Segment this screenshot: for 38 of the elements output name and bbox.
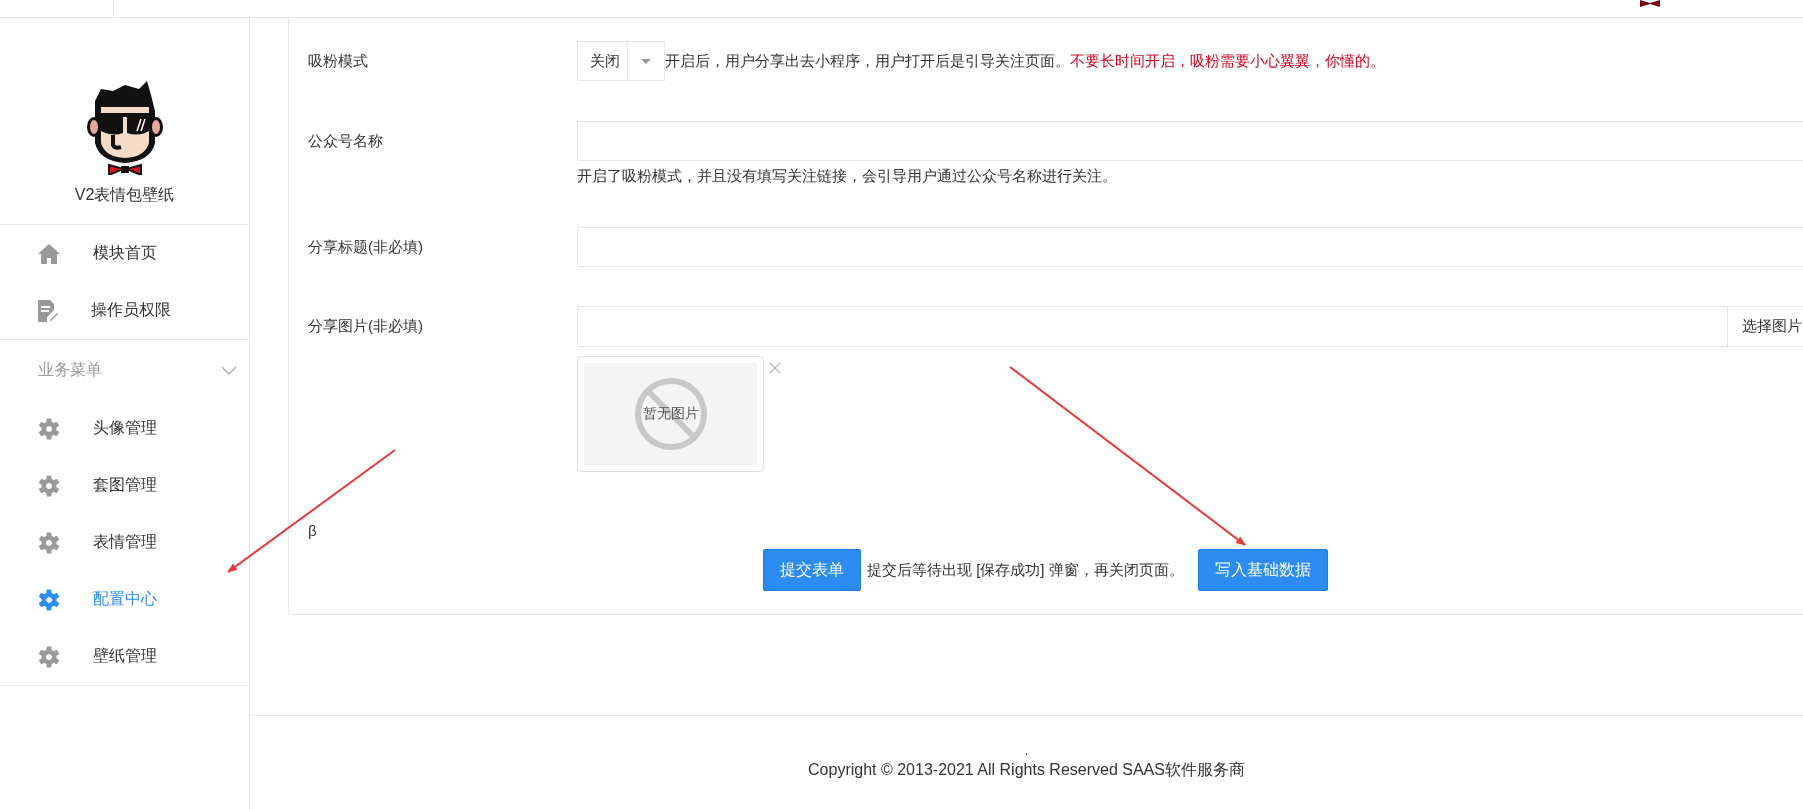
- caret-down-icon: [641, 58, 651, 64]
- hint-text: 开启后，用户分享出去小程序，用户打开后是引导关注页面。: [665, 51, 1070, 71]
- close-icon[interactable]: [769, 362, 781, 374]
- help-text: 开启了吸粉模式，并且没有填写关注链接，会引导用户通过公众号名称进行关注。: [577, 167, 1118, 186]
- gear-icon: [38, 474, 60, 497]
- image-url-input[interactable]: 选择图片: [577, 306, 1803, 347]
- document-edit-icon: [38, 299, 58, 322]
- warning-text: 不要长时间开启，吸粉需要小心翼翼，你懂的。: [1070, 51, 1385, 71]
- prohibited-icon: [633, 377, 708, 451]
- section-title: 业务菜单: [38, 359, 102, 380]
- field-label: 分享标题(非必填): [308, 237, 424, 257]
- sidebar-item[interactable]: 表情管理: [0, 514, 249, 571]
- field-label: 分享图片(非必填): [308, 316, 424, 336]
- gear-icon: [38, 588, 60, 611]
- gear-icon: [38, 645, 60, 668]
- sidebar-item[interactable]: 套图管理: [0, 457, 249, 514]
- chevron-down-icon: [221, 365, 237, 375]
- stray-text: β: [308, 522, 318, 539]
- field-label: 公众号名称: [308, 131, 384, 151]
- bowtie-icon: [1640, 0, 1660, 7]
- gear-icon: [38, 531, 60, 554]
- gear-icon: [38, 417, 60, 440]
- text-input[interactable]: [577, 121, 1803, 161]
- app-name: V2表情包壁纸: [74, 185, 175, 205]
- sidebar-item[interactable]: 配置中心: [0, 571, 249, 628]
- sidebar-item[interactable]: 操作员权限: [0, 282, 249, 339]
- choose-image-button[interactable]: 选择图片: [1727, 307, 1803, 346]
- text-input[interactable]: [577, 227, 1803, 267]
- footer-dot: .: [1024, 742, 1029, 758]
- submit-note: 提交后等待出现 [保存成功] 弹窗，再关闭页面。: [867, 560, 1184, 580]
- no-image-text: 暂无图片: [642, 405, 699, 423]
- sidebar-item[interactable]: 模块首页: [0, 225, 249, 282]
- copyright-text: Copyright © 2013-2021 All Rights Reserved SAAS软件服务商: [808, 760, 1245, 780]
- select-dropdown[interactable]: 关闭: [577, 41, 665, 81]
- home-icon: [38, 243, 60, 264]
- sidebar-item[interactable]: 头像管理: [0, 400, 249, 457]
- sidebar-item[interactable]: 壁纸管理: [0, 628, 249, 685]
- field-label: 吸粉模式: [308, 51, 369, 71]
